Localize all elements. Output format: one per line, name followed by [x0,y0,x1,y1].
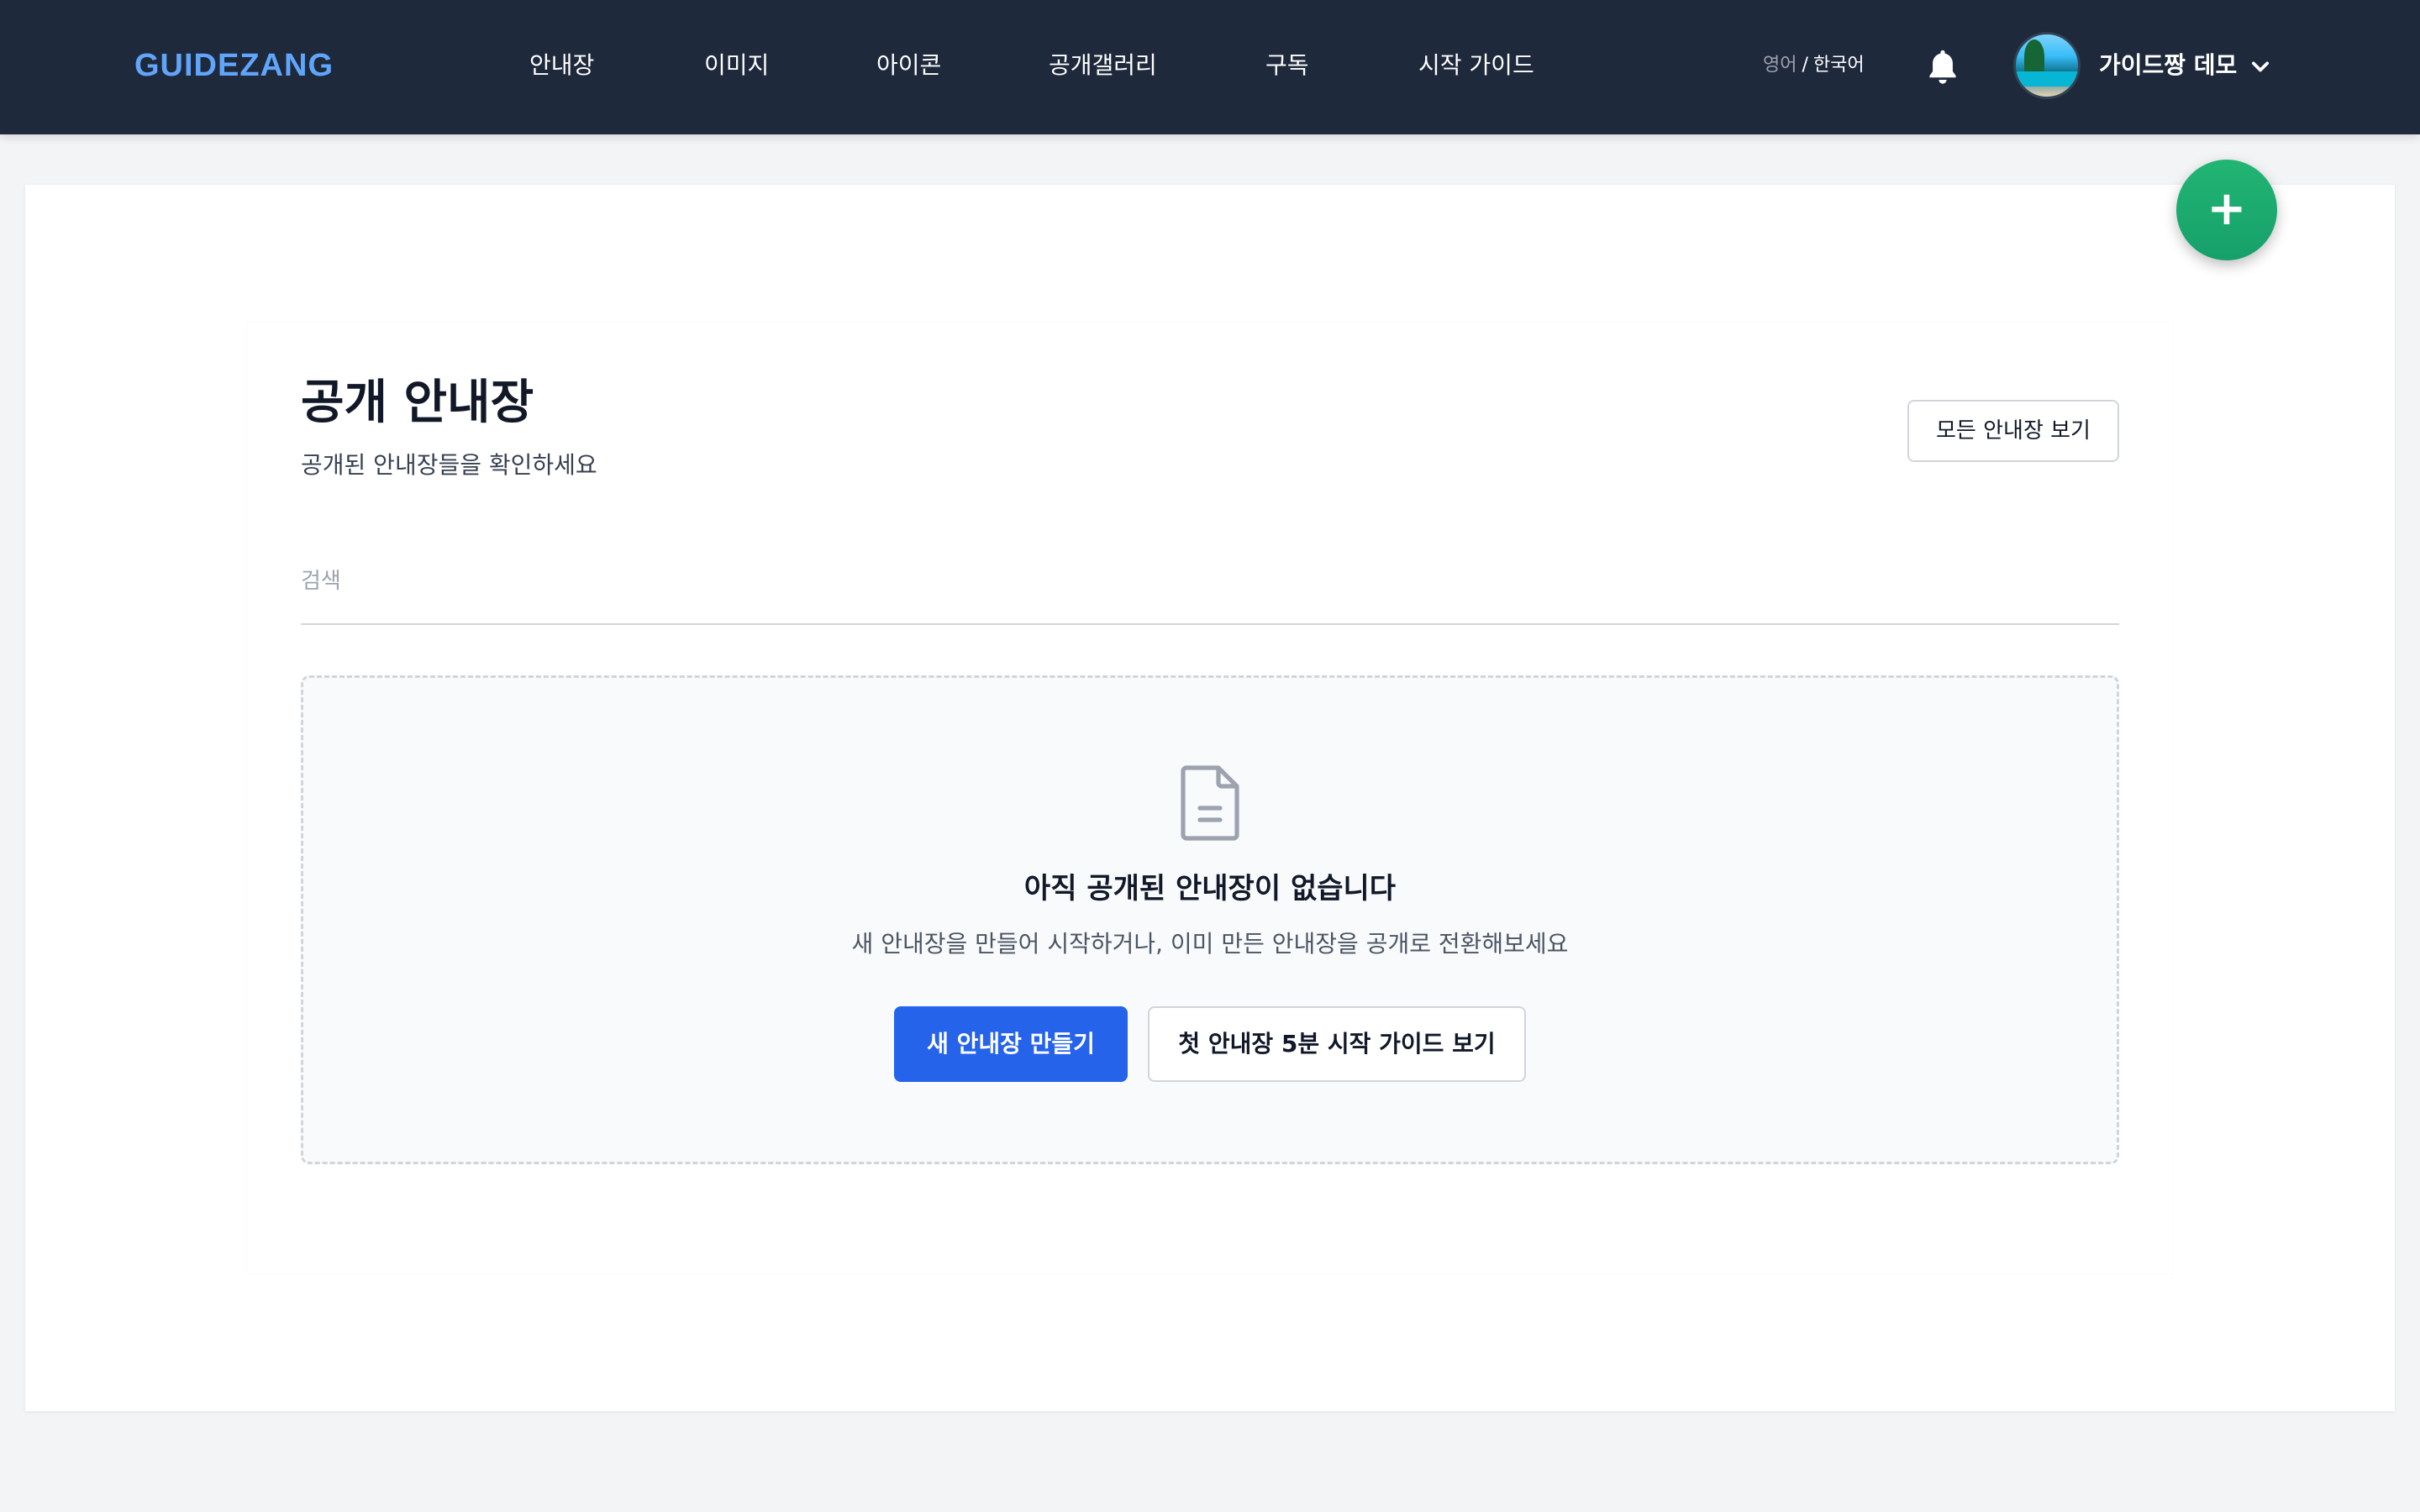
nav-item-public-gallery[interactable]: 공개갤러리 [1049,42,1157,89]
nav-item-icons[interactable]: 아이콘 [876,42,941,89]
nav-item-guides[interactable]: 안내장 [529,42,594,89]
avatar-pool-shape [2016,71,2078,87]
quickstart-guide-button[interactable]: 첫 안내장 5분 시작 가이드 보기 [1148,1006,1526,1082]
nav-item-getting-started[interactable]: 시작 가이드 [1418,42,1534,89]
avatar-palm-shape [2024,39,2044,73]
add-floating-button[interactable]: + [2176,160,2277,260]
lang-separator: / [1802,55,1808,76]
empty-state-box [301,675,2119,1164]
user-name[interactable]: 가이드짱 데모 [2099,42,2237,89]
document-icon [1176,763,1244,843]
bell-icon[interactable] [1924,47,1961,87]
nav-item-subscription[interactable]: 구독 [1265,42,1309,89]
chevron-down-icon[interactable] [2249,55,2272,79]
search-input[interactable] [301,554,2119,608]
user-avatar[interactable] [2013,32,2081,99]
lang-option-english[interactable]: 영어 [1763,55,1797,76]
empty-state-title: 아직 공개된 안내장이 없습니다 [1023,872,1397,906]
top-navigation-bar: GUIDEZANG 안내장 이미지 아이콘 공개갤러리 구독 시작 가이드 영어… [0,0,2420,134]
lang-option-korean[interactable]: 한국어 [1813,55,1865,76]
page-subtitle: 공개된 안내장들을 확인하세요 [301,451,597,479]
search-field [301,554,2119,625]
view-all-guides-button[interactable]: 모든 안내장 보기 [1907,400,2119,462]
language-switcher: 영어 / 한국어 [1763,49,1865,82]
empty-state-description: 새 안내장을 만들어 시작하거나, 이미 만든 안내장을 공개로 전환해보세요 [851,930,1569,958]
logo[interactable]: GUIDEZANG [134,42,334,89]
create-guide-button[interactable]: 새 안내장 만들기 [894,1006,1128,1082]
page-title: 공개 안내장 [301,375,534,430]
nav-item-images[interactable]: 이미지 [704,42,769,89]
